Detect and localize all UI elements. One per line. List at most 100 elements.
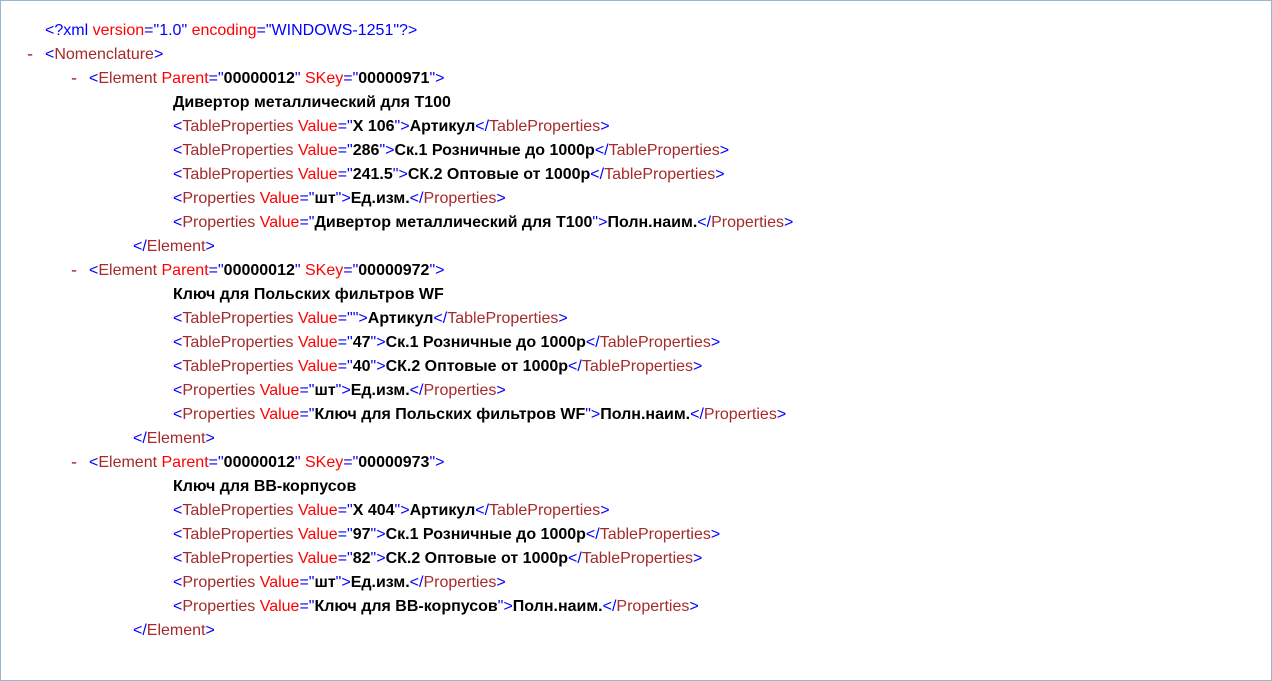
tag-properties-close: Properties [711, 214, 784, 231]
tag-element-close: Element [147, 238, 206, 255]
attr-value: Value [298, 358, 338, 375]
collapse-toggle[interactable]: - [65, 259, 83, 283]
value-content: 97 [353, 526, 371, 543]
tag-tableproperties-close: TableProperties [604, 166, 715, 183]
xml-viewer[interactable]: <?xml version="1.0" encoding="WINDOWS-12… [0, 0, 1272, 681]
text-content: СК.2 Оптовые от 1000р [408, 166, 590, 183]
value-content: 82 [353, 550, 371, 567]
collapse-toggle[interactable]: - [65, 451, 83, 475]
collapse-toggle[interactable]: - [65, 67, 83, 91]
element-close: </Element> [45, 235, 1271, 259]
tag-properties-close: Properties [423, 190, 496, 207]
tag-tableproperties: TableProperties [182, 526, 293, 543]
tag-tableproperties-close: TableProperties [600, 334, 711, 351]
tag-properties: Properties [182, 190, 255, 207]
text-content: Артикул [410, 502, 476, 519]
attr-value: Value [298, 118, 338, 135]
attr-skey: SKey [305, 454, 343, 471]
attr-value: Value [260, 574, 300, 591]
tableproperties-line: <TableProperties Value="">Артикул</Table… [45, 307, 1271, 331]
attr-value: Value [260, 214, 300, 231]
value-content: Х 404 [353, 502, 395, 519]
element-title-text: Ключ для ВВ-корпусов [173, 478, 356, 495]
tag-tableproperties: TableProperties [182, 334, 293, 351]
attr-value: Value [298, 142, 338, 159]
attr-value: Value [298, 310, 338, 327]
attr-version: version [93, 22, 145, 39]
properties-line: <Properties Value="шт">Ед.изм.</Properti… [45, 187, 1271, 211]
tag-tableproperties: TableProperties [182, 358, 293, 375]
text-content: Ск.1 Розничные до 1000р [394, 142, 594, 159]
attr-skey: SKey [305, 70, 343, 87]
tag-properties: Properties [182, 406, 255, 423]
skey-value: 00000971 [358, 70, 429, 87]
properties-line: <Properties Value="Ключ для Польских фил… [45, 403, 1271, 427]
value-content: 47 [353, 334, 371, 351]
value-content: Ключ для Польских фильтров WF [314, 406, 585, 423]
tableproperties-line: <TableProperties Value="40">СК.2 Оптовые… [45, 355, 1271, 379]
text-content: СК.2 Оптовые от 1000р [386, 550, 568, 567]
tag-properties: Properties [182, 598, 255, 615]
element-close: </Element> [45, 619, 1271, 643]
text-content: Артикул [368, 310, 434, 327]
tag-element-close: Element [147, 430, 206, 447]
element-title-text: Ключ для Польских фильтров WF [173, 286, 444, 303]
tableproperties-line: <TableProperties Value="Х 404">Артикул</… [45, 499, 1271, 523]
value-content: 241.5 [353, 166, 393, 183]
value-content: Ключ для ВВ-корпусов [314, 598, 497, 615]
tag-properties: Properties [182, 382, 255, 399]
tag-tableproperties-close: TableProperties [447, 310, 558, 327]
nomenclature-open[interactable]: -<Nomenclature> [45, 43, 1271, 67]
text-content: Ск.1 Розничные до 1000р [386, 334, 586, 351]
tableproperties-line: <TableProperties Value="Х 106">Артикул</… [45, 115, 1271, 139]
attr-value: Value [298, 334, 338, 351]
parent-value: 00000012 [224, 454, 295, 471]
text-content: Ед.изм. [351, 382, 410, 399]
element-open[interactable]: -<Element Parent="00000012" SKey="000009… [45, 259, 1271, 283]
tag-tableproperties: TableProperties [182, 118, 293, 135]
element-open[interactable]: -<Element Parent="00000012" SKey="000009… [45, 67, 1271, 91]
skey-value: 00000972 [358, 262, 429, 279]
tag-tableproperties-close: TableProperties [600, 526, 711, 543]
tag-tableproperties: TableProperties [182, 310, 293, 327]
text-content: Ед.изм. [351, 574, 410, 591]
tag-properties-close: Properties [423, 382, 496, 399]
xml-declaration: <?xml version="1.0" encoding="WINDOWS-12… [45, 19, 1271, 43]
xml-tree: <?xml version="1.0" encoding="WINDOWS-12… [1, 19, 1271, 643]
collapse-toggle[interactable]: - [21, 43, 39, 67]
element-title-text: Дивертор металлический для Т100 [173, 94, 451, 111]
tag-tableproperties: TableProperties [182, 502, 293, 519]
element-open[interactable]: -<Element Parent="00000012" SKey="000009… [45, 451, 1271, 475]
version-value: 1.0 [159, 22, 181, 39]
text-content: Полн.наим. [607, 214, 697, 231]
encoding-value: WINDOWS-1251 [272, 22, 394, 39]
tag-properties-close: Properties [423, 574, 496, 591]
tag-tableproperties-close: TableProperties [489, 118, 600, 135]
value-content: шт [314, 190, 335, 207]
skey-value: 00000973 [358, 454, 429, 471]
element-title: Ключ для ВВ-корпусов [45, 475, 1271, 499]
text-content: СК.2 Оптовые от 1000р [386, 358, 568, 375]
text-content: Ед.изм. [351, 190, 410, 207]
value-content: шт [314, 574, 335, 591]
text-content: Полн.наим. [600, 406, 690, 423]
text-content: Артикул [410, 118, 476, 135]
value-content: 40 [353, 358, 371, 375]
attr-parent: Parent [162, 262, 209, 279]
tag-tableproperties-close: TableProperties [582, 550, 693, 567]
attr-value: Value [298, 550, 338, 567]
attr-skey: SKey [305, 262, 343, 279]
element-title: Дивертор металлический для Т100 [45, 91, 1271, 115]
attr-value: Value [298, 526, 338, 543]
attr-value: Value [298, 166, 338, 183]
tag-tableproperties-close: TableProperties [489, 502, 600, 519]
tag-properties: Properties [182, 574, 255, 591]
tag-element: Element [98, 70, 157, 87]
tag-tableproperties: TableProperties [182, 550, 293, 567]
parent-value: 00000012 [224, 70, 295, 87]
tableproperties-line: <TableProperties Value="286">Ск.1 Рознич… [45, 139, 1271, 163]
tag-properties-close: Properties [704, 406, 777, 423]
tableproperties-line: <TableProperties Value="97">Ск.1 Розничн… [45, 523, 1271, 547]
tag-tableproperties: TableProperties [182, 142, 293, 159]
tag-element-close: Element [147, 622, 206, 639]
